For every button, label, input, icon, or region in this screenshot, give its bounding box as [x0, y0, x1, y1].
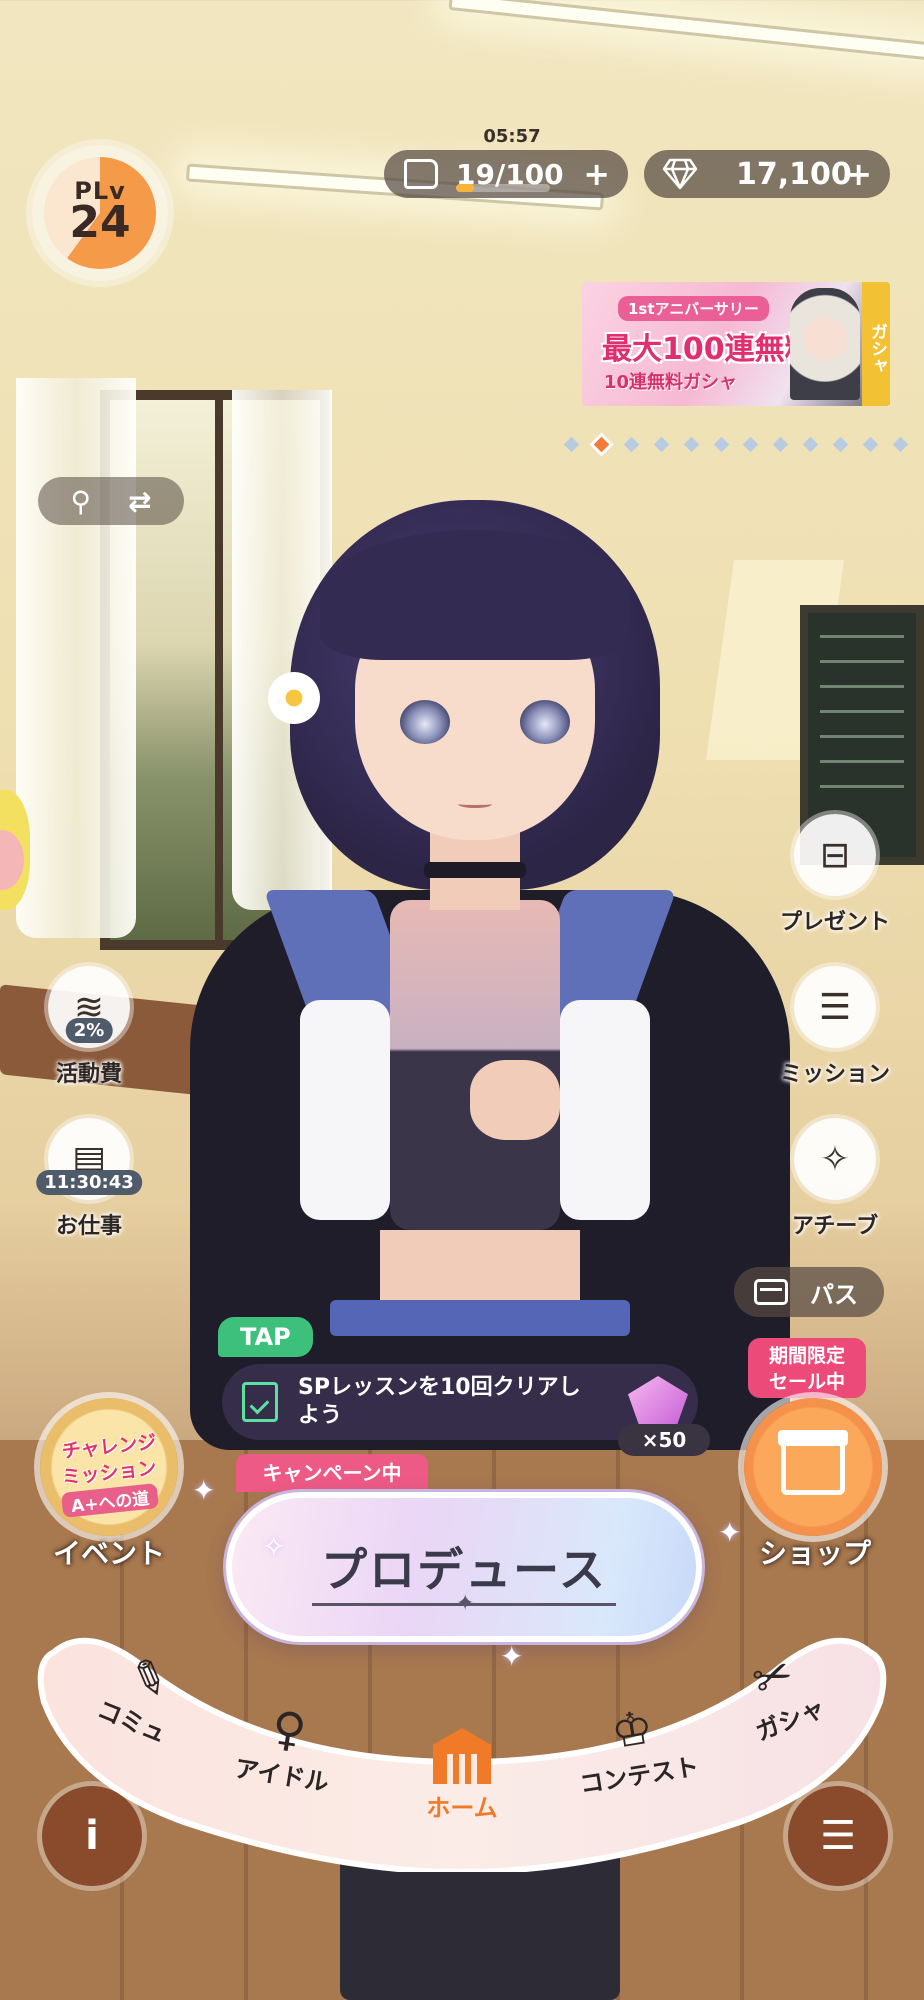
activity-funds-badge: 2% [65, 1018, 113, 1043]
activity-funds-button[interactable]: ≋ 2% 活動費 [34, 966, 144, 1088]
player-level-badge[interactable]: PLv 24 [32, 145, 168, 281]
banner-page-dot[interactable] [802, 436, 819, 452]
banner-anniversary: 1stアニバーサリー [618, 296, 769, 321]
sale-line2: セール中 [768, 1371, 845, 1393]
pass-button[interactable]: パス [734, 1267, 884, 1317]
checklist-icon: ☰ [794, 966, 876, 1048]
event-button[interactable]: チャレンジ ミッション A+への道 [40, 1398, 178, 1536]
present-button[interactable]: ⊟ プレゼント [768, 814, 902, 936]
present-label: プレゼント [779, 910, 890, 935]
limited-sale-badge: 期間限定 セール中 [748, 1338, 866, 1398]
stamina-recovery-timer: 05:57 [483, 126, 541, 147]
banner-page-dot[interactable] [563, 436, 580, 452]
activity-funds-label: 活動費 [55, 1062, 122, 1087]
shop-button[interactable] [744, 1398, 882, 1536]
sparkle-icon: ✦ [718, 1516, 742, 1549]
banner-page-dot[interactable] [743, 436, 759, 452]
banner-tag: ガシャ [862, 282, 890, 406]
mission-clipboard-icon [242, 1382, 278, 1422]
swap-arrows-icon: ⇄ [128, 484, 152, 518]
mission-label: ミッション [779, 1062, 890, 1087]
stamina-plus-button[interactable]: + [583, 155, 610, 193]
info-button[interactable]: i [42, 1786, 142, 1886]
work-timer-badge: 11:30:43 [36, 1170, 142, 1195]
card-icon [754, 1279, 788, 1305]
boot-icon [404, 159, 438, 189]
gacha-banner[interactable]: 1stアニバーサリー 最大100連無料! 10連無料ガシャ ガシャ [582, 282, 890, 406]
banner-page-dot[interactable] [593, 436, 610, 452]
idol-select-icon: ⚲ [70, 484, 92, 518]
achievement-button[interactable]: ✧ アチーブ [768, 1118, 902, 1240]
info-icon: i [85, 1813, 99, 1859]
ceiling-light [448, 0, 924, 63]
banner-page-dot[interactable] [713, 436, 729, 452]
banner-page-dot[interactable] [832, 436, 849, 452]
tap-hint-badge: TAP [218, 1317, 313, 1357]
pass-label: パス [810, 1280, 858, 1309]
banner-page-dot[interactable] [653, 436, 669, 452]
sale-line1: 期間限定 [768, 1345, 845, 1367]
storefront-icon [778, 1430, 848, 1495]
shop-label: ショップ [758, 1537, 871, 1570]
gem-counter[interactable]: 17,100 + [644, 150, 890, 198]
banner-page-dot[interactable] [892, 436, 909, 452]
menu-button[interactable]: ☰ [788, 1786, 888, 1886]
campaign-badge: キャンペーン中 [236, 1454, 428, 1492]
gem-value: 17,100 [736, 156, 852, 192]
nav-home[interactable]: ホーム [402, 1728, 522, 1823]
gift-box-icon: ⊟ [794, 814, 876, 896]
mission-prompt-text: SPレッスンを10回クリアしよう [298, 1375, 581, 1428]
player-level-value: 24 [69, 197, 131, 248]
hair-flower-icon [268, 672, 320, 724]
banner-page-dot[interactable] [683, 436, 699, 452]
gem-plus-button[interactable]: + [845, 155, 872, 193]
nav-home-label: ホーム [426, 1794, 498, 1822]
banner-pagination[interactable] [563, 434, 909, 454]
work-label: お仕事 [55, 1214, 122, 1239]
stamina-bar-fill [456, 184, 474, 192]
mission-button[interactable]: ☰ ミッション [768, 966, 902, 1088]
banner-page-dot[interactable] [862, 436, 879, 452]
banner-page-dot[interactable] [623, 436, 640, 452]
home-icon [433, 1728, 491, 1784]
idol-swap-button[interactable]: ⚲ ⇄ [38, 477, 184, 525]
work-button[interactable]: ▤ 11:30:43 お仕事 [34, 1118, 144, 1240]
achievement-label: アチーブ [791, 1214, 879, 1239]
hamburger-menu-icon: ☰ [820, 1813, 856, 1859]
banner-subline: 10連無料ガシャ [604, 372, 738, 393]
reward-count: ×50 [618, 1424, 710, 1456]
sparkle-icon: ✧ [262, 1530, 286, 1563]
sparkle-icon: ✦ [192, 1474, 216, 1507]
banner-page-dot[interactable] [773, 436, 789, 452]
stamina-bar [456, 184, 550, 192]
diamond-icon [662, 158, 698, 190]
stamina-counter[interactable]: 19/100 + [384, 150, 628, 198]
achievement-star-icon: ✧ [794, 1118, 876, 1200]
background-curtain [16, 378, 136, 938]
event-label: イベント [52, 1537, 165, 1570]
banner-idol-portrait [790, 288, 860, 400]
